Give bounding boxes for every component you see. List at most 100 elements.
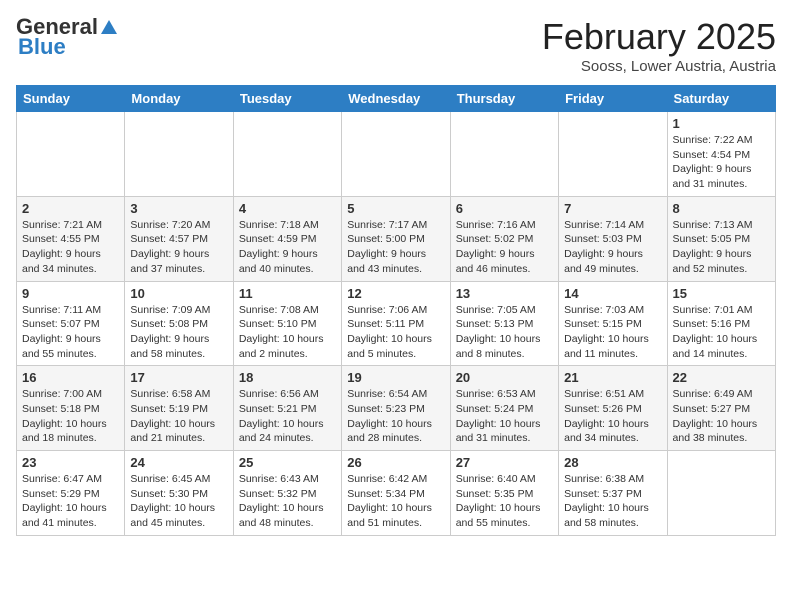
calendar-cell: 21Sunrise: 6:51 AM Sunset: 5:26 PM Dayli… xyxy=(559,366,667,451)
day-info: Sunrise: 7:06 AM Sunset: 5:11 PM Dayligh… xyxy=(347,303,444,362)
day-info: Sunrise: 7:11 AM Sunset: 5:07 PM Dayligh… xyxy=(22,303,119,362)
calendar-cell xyxy=(342,112,450,197)
day-info: Sunrise: 6:40 AM Sunset: 5:35 PM Dayligh… xyxy=(456,472,553,531)
day-number: 21 xyxy=(564,370,661,385)
day-info: Sunrise: 6:45 AM Sunset: 5:30 PM Dayligh… xyxy=(130,472,227,531)
day-number: 9 xyxy=(22,286,119,301)
day-of-week-header: Tuesday xyxy=(233,86,341,112)
calendar-cell: 11 Sunrise: 7:08 AM Sunset: 5:10 PM Dayli… xyxy=(233,281,341,366)
day-number: 10 xyxy=(130,286,227,301)
day-info: Sunrise: 7:08 AM Sunset: 5:10 PM Dayligh… xyxy=(239,303,336,362)
calendar-cell: 26 Sunrise: 6:42 AM Sunset: 5:34 PM Dayli… xyxy=(342,451,450,536)
day-number: 13 xyxy=(456,286,553,301)
calendar-cell: 24 Sunrise: 6:45 AM Sunset: 5:30 PM Dayli… xyxy=(125,451,233,536)
day-number: 14 xyxy=(564,286,661,301)
day-of-week-header: Monday xyxy=(125,86,233,112)
calendar-week-row: 16 Sunrise: 7:00 AM Sunset: 5:18 PM Dayli… xyxy=(17,366,776,451)
day-number: 7 xyxy=(564,201,661,216)
day-number: 4 xyxy=(239,201,336,216)
calendar-cell: 19 Sunrise: 6:54 AM Sunset: 5:23 PM Dayli… xyxy=(342,366,450,451)
day-info: Sunrise: 6:58 AM Sunset: 5:19 PM Dayligh… xyxy=(130,387,227,446)
logo-blue: Blue xyxy=(18,36,66,58)
day-number: 26 xyxy=(347,455,444,470)
calendar-cell: 9 Sunrise: 7:11 AM Sunset: 5:07 PM Daylig… xyxy=(17,281,125,366)
day-info: Sunrise: 6:54 AM Sunset: 5:23 PM Dayligh… xyxy=(347,387,444,446)
calendar-cell xyxy=(667,451,775,536)
day-number: 24 xyxy=(130,455,227,470)
day-info: Sunrise: 6:53 AM Sunset: 5:24 PM Dayligh… xyxy=(456,387,553,446)
day-info: Sunrise: 7:20 AM Sunset: 4:57 PM Dayligh… xyxy=(130,218,227,277)
day-info: Sunrise: 6:42 AM Sunset: 5:34 PM Dayligh… xyxy=(347,472,444,531)
day-number: 18 xyxy=(239,370,336,385)
calendar-cell: 23Sunrise: 6:47 AM Sunset: 5:29 PM Dayli… xyxy=(17,451,125,536)
calendar-cell: 13 Sunrise: 7:05 AM Sunset: 5:13 PM Dayli… xyxy=(450,281,558,366)
calendar-week-row: 2 Sunrise: 7:21 AM Sunset: 4:55 PM Daylig… xyxy=(17,196,776,281)
calendar-cell xyxy=(450,112,558,197)
day-info: Sunrise: 7:05 AM Sunset: 5:13 PM Dayligh… xyxy=(456,303,553,362)
day-number: 12 xyxy=(347,286,444,301)
day-info: Sunrise: 6:56 AM Sunset: 5:21 PM Dayligh… xyxy=(239,387,336,446)
day-number: 22 xyxy=(673,370,770,385)
calendar-cell: 27 Sunrise: 6:40 AM Sunset: 5:35 PM Dayli… xyxy=(450,451,558,536)
calendar-cell xyxy=(17,112,125,197)
day-info: Sunrise: 7:09 AM Sunset: 5:08 PM Dayligh… xyxy=(130,303,227,362)
calendar-cell: 8 Sunrise: 7:13 AM Sunset: 5:05 PM Daylig… xyxy=(667,196,775,281)
calendar-cell: 25 Sunrise: 6:43 AM Sunset: 5:32 PM Dayli… xyxy=(233,451,341,536)
calendar-cell: 5Sunrise: 7:17 AM Sunset: 5:00 PM Daylig… xyxy=(342,196,450,281)
day-number: 16 xyxy=(22,370,119,385)
month-year: February 2025 xyxy=(542,16,776,58)
day-info: Sunrise: 7:03 AM Sunset: 5:15 PM Dayligh… xyxy=(564,303,661,362)
day-number: 28 xyxy=(564,455,661,470)
day-number: 25 xyxy=(239,455,336,470)
calendar-cell: 3 Sunrise: 7:20 AM Sunset: 4:57 PM Daylig… xyxy=(125,196,233,281)
day-info: Sunrise: 7:22 AM Sunset: 4:54 PM Dayligh… xyxy=(673,133,770,192)
calendar-table: SundayMondayTuesdayWednesdayThursdayFrid… xyxy=(16,85,776,536)
day-info: Sunrise: 7:00 AM Sunset: 5:18 PM Dayligh… xyxy=(22,387,119,446)
day-of-week-header: Sunday xyxy=(17,86,125,112)
calendar-cell: 14 Sunrise: 7:03 AM Sunset: 5:15 PM Dayli… xyxy=(559,281,667,366)
day-number: 15 xyxy=(673,286,770,301)
page-header: General Blue February 2025 Sooss, Lower … xyxy=(16,16,776,75)
day-of-week-header: Friday xyxy=(559,86,667,112)
day-number: 3 xyxy=(130,201,227,216)
day-of-week-header: Thursday xyxy=(450,86,558,112)
day-number: 27 xyxy=(456,455,553,470)
calendar-week-row: 9 Sunrise: 7:11 AM Sunset: 5:07 PM Daylig… xyxy=(17,281,776,366)
calendar-cell: 2 Sunrise: 7:21 AM Sunset: 4:55 PM Daylig… xyxy=(17,196,125,281)
day-info: Sunrise: 7:13 AM Sunset: 5:05 PM Dayligh… xyxy=(673,218,770,277)
calendar-week-row: 23Sunrise: 6:47 AM Sunset: 5:29 PM Dayli… xyxy=(17,451,776,536)
logo: General Blue xyxy=(16,16,119,58)
calendar-cell: 18 Sunrise: 6:56 AM Sunset: 5:21 PM Dayli… xyxy=(233,366,341,451)
day-info: Sunrise: 7:21 AM Sunset: 4:55 PM Dayligh… xyxy=(22,218,119,277)
calendar-cell: 16 Sunrise: 7:00 AM Sunset: 5:18 PM Dayli… xyxy=(17,366,125,451)
calendar-cell: 22 Sunrise: 6:49 AM Sunset: 5:27 PM Dayli… xyxy=(667,366,775,451)
calendar-header-row: SundayMondayTuesdayWednesdayThursdayFrid… xyxy=(17,86,776,112)
day-of-week-header: Saturday xyxy=(667,86,775,112)
day-number: 2 xyxy=(22,201,119,216)
calendar-cell: 7 Sunrise: 7:14 AM Sunset: 5:03 PM Daylig… xyxy=(559,196,667,281)
day-info: Sunrise: 7:18 AM Sunset: 4:59 PM Dayligh… xyxy=(239,218,336,277)
calendar-cell xyxy=(559,112,667,197)
calendar-cell: 10 Sunrise: 7:09 AM Sunset: 5:08 PM Dayli… xyxy=(125,281,233,366)
day-of-week-header: Wednesday xyxy=(342,86,450,112)
day-number: 19 xyxy=(347,370,444,385)
day-number: 20 xyxy=(456,370,553,385)
day-number: 17 xyxy=(130,370,227,385)
calendar-week-row: 1Sunrise: 7:22 AM Sunset: 4:54 PM Daylig… xyxy=(17,112,776,197)
day-number: 11 xyxy=(239,286,336,301)
day-number: 5 xyxy=(347,201,444,216)
day-info: Sunrise: 7:14 AM Sunset: 5:03 PM Dayligh… xyxy=(564,218,661,277)
calendar-cell: 4 Sunrise: 7:18 AM Sunset: 4:59 PM Daylig… xyxy=(233,196,341,281)
logo-icon xyxy=(99,18,119,36)
calendar-cell: 12 Sunrise: 7:06 AM Sunset: 5:11 PM Dayli… xyxy=(342,281,450,366)
calendar-cell xyxy=(125,112,233,197)
day-number: 8 xyxy=(673,201,770,216)
day-info: Sunrise: 6:49 AM Sunset: 5:27 PM Dayligh… xyxy=(673,387,770,446)
location: Sooss, Lower Austria, Austria xyxy=(542,58,776,75)
day-info: Sunrise: 7:01 AM Sunset: 5:16 PM Dayligh… xyxy=(673,303,770,362)
calendar-cell xyxy=(233,112,341,197)
calendar-cell: 1Sunrise: 7:22 AM Sunset: 4:54 PM Daylig… xyxy=(667,112,775,197)
day-info: Sunrise: 6:43 AM Sunset: 5:32 PM Dayligh… xyxy=(239,472,336,531)
calendar-cell: 17 Sunrise: 6:58 AM Sunset: 5:19 PM Dayli… xyxy=(125,366,233,451)
calendar-cell: 15 Sunrise: 7:01 AM Sunset: 5:16 PM Dayli… xyxy=(667,281,775,366)
